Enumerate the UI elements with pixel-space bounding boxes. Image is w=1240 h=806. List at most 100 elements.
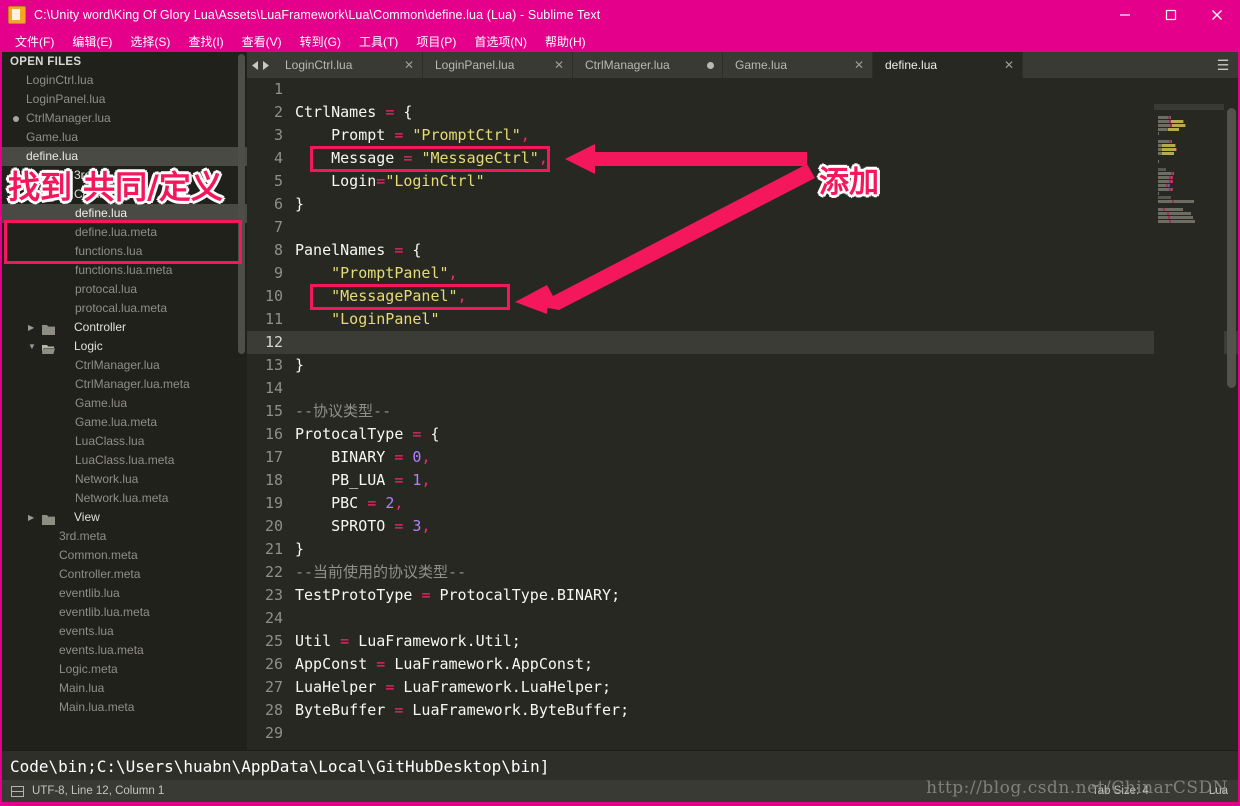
tree-file-item[interactable]: protocal.lua.meta: [2, 299, 247, 318]
console-panel[interactable]: Code\bin;C:\Users\huabn\AppData\Local\Gi…: [2, 750, 1238, 781]
code-line[interactable]: }: [295, 193, 1238, 216]
tab-close-icon[interactable]: ✕: [854, 58, 864, 72]
code-text[interactable]: CtrlNames = { Prompt = "PromptCtrl", Mes…: [295, 78, 1238, 750]
tree-file-item[interactable]: Main.lua.meta: [2, 698, 247, 717]
editor-tab-LoginPanel-lua[interactable]: LoginPanel.lua ✕: [423, 52, 573, 78]
code-line[interactable]: PBC = 2,: [295, 492, 1238, 515]
sidebar-scrollbar[interactable]: [238, 54, 245, 354]
chevron-right-icon[interactable]: ▶: [28, 166, 34, 185]
tree-file-item[interactable]: LuaClass.lua: [2, 432, 247, 451]
folder-tree[interactable]: ▶ 3rd ▼ Common define.lua define.lua.meta func…: [2, 166, 247, 717]
chevron-right-icon[interactable]: ▶: [28, 318, 34, 337]
tree-file-item[interactable]: Network.lua: [2, 470, 247, 489]
editor-tab-Game-lua[interactable]: Game.lua ✕: [723, 52, 873, 78]
code-line[interactable]: Prompt = "PromptCtrl",: [295, 124, 1238, 147]
tree-folder-controller[interactable]: ▶ Controller: [2, 318, 247, 337]
tree-file-item[interactable]: Main.lua: [2, 679, 247, 698]
menu-item-4[interactable]: 查看(V): [233, 31, 291, 52]
code-line[interactable]: [295, 78, 1238, 101]
sidebar[interactable]: OPEN FILES LoginCtrl.lua LoginPanel.lua Ct…: [2, 52, 247, 750]
code-line[interactable]: --当前使用的协议类型--: [295, 561, 1238, 584]
tree-file-item[interactable]: eventlib.lua: [2, 584, 247, 603]
menu-item-2[interactable]: 选择(S): [121, 31, 179, 52]
tree-folder-3rd[interactable]: ▶ 3rd: [2, 166, 247, 185]
open-file-item[interactable]: LoginPanel.lua: [2, 90, 247, 109]
menu-item-8[interactable]: 首选项(N): [465, 31, 536, 52]
code-line[interactable]: ByteBuffer = LuaFramework.ByteBuffer;: [295, 699, 1238, 722]
code-line[interactable]: [295, 722, 1238, 745]
tab-unsaved-dot-icon[interactable]: [707, 61, 714, 69]
tab-nav-arrows[interactable]: [247, 52, 273, 78]
code-line[interactable]: "LoginPanel": [295, 308, 1238, 331]
code-line[interactable]: [295, 216, 1238, 239]
tree-file-item[interactable]: events.lua: [2, 622, 247, 641]
open-file-item[interactable]: Game.lua: [2, 128, 247, 147]
tree-file-item[interactable]: functions.lua.meta: [2, 261, 247, 280]
code-line[interactable]: BINARY = 0,: [295, 446, 1238, 469]
code-line[interactable]: Util = LuaFramework.Util;: [295, 630, 1238, 653]
tree-file-item[interactable]: eventlib.lua.meta: [2, 603, 247, 622]
tree-file-item[interactable]: protocal.lua: [2, 280, 247, 299]
code-line[interactable]: [295, 607, 1238, 630]
tree-file-item[interactable]: functions.lua: [2, 242, 247, 261]
tree-file-item[interactable]: Logic.meta: [2, 660, 247, 679]
tree-folder-common[interactable]: ▼ Common: [2, 185, 247, 204]
code-line[interactable]: SPROTO = 3,: [295, 515, 1238, 538]
open-file-item[interactable]: LoginCtrl.lua: [2, 71, 247, 90]
code-line[interactable]: AppConst = LuaFramework.AppConst;: [295, 653, 1238, 676]
tree-file-item[interactable]: define.lua: [2, 204, 247, 223]
tree-file-item[interactable]: Network.lua.meta: [2, 489, 247, 508]
minimize-icon[interactable]: [1102, 0, 1148, 30]
code-line[interactable]: --协议类型--: [295, 400, 1238, 423]
menu-item-5[interactable]: 转到(G): [291, 31, 350, 52]
open-files-list[interactable]: LoginCtrl.lua LoginPanel.lua CtrlManager.l…: [2, 71, 247, 166]
code-line[interactable]: TestProtoType = ProtocalType.BINARY;: [295, 584, 1238, 607]
code-line[interactable]: "PromptPanel",: [295, 262, 1238, 285]
chevron-right-icon[interactable]: ▶: [28, 508, 34, 527]
editor-scrollbar[interactable]: [1227, 108, 1236, 388]
tree-file-item[interactable]: CtrlManager.lua: [2, 356, 247, 375]
tab-close-icon[interactable]: ✕: [554, 58, 564, 72]
tree-file-item[interactable]: define.lua.meta: [2, 223, 247, 242]
editor-tab-define-lua[interactable]: define.lua ✕: [873, 52, 1023, 78]
menu-item-6[interactable]: 工具(T): [350, 31, 407, 52]
tree-folder-logic[interactable]: ▼ Logic: [2, 337, 247, 356]
chevron-down-icon[interactable]: ▼: [28, 337, 36, 356]
code-line[interactable]: PanelNames = {: [295, 239, 1238, 262]
tree-file-item[interactable]: events.lua.meta: [2, 641, 247, 660]
tab-close-icon[interactable]: ✕: [404, 58, 414, 72]
open-file-item[interactable]: CtrlManager.lua: [2, 109, 247, 128]
code-line[interactable]: }: [295, 354, 1238, 377]
tree-file-item[interactable]: Game.lua.meta: [2, 413, 247, 432]
tree-file-item[interactable]: Controller.meta: [2, 565, 247, 584]
menu-item-1[interactable]: 编辑(E): [63, 31, 121, 52]
code-line[interactable]: Login="LoginCtrl": [295, 170, 1238, 193]
maximize-icon[interactable]: [1148, 0, 1194, 30]
code-line[interactable]: CtrlNames = {: [295, 101, 1238, 124]
tab-overflow-menu-icon[interactable]: ☰: [1208, 52, 1238, 78]
chevron-down-icon[interactable]: ▼: [28, 185, 36, 204]
code-line[interactable]: }: [295, 538, 1238, 561]
code-line[interactable]: "MessagePanel",: [295, 285, 1238, 308]
tree-file-item[interactable]: Common.meta: [2, 546, 247, 565]
tree-file-item[interactable]: Game.lua: [2, 394, 247, 413]
menu-item-9[interactable]: 帮助(H): [536, 31, 595, 52]
code-line[interactable]: Message = "MessageCtrl",: [295, 147, 1238, 170]
code-line[interactable]: [295, 331, 1238, 354]
open-file-item[interactable]: define.lua: [2, 147, 247, 166]
tree-file-item[interactable]: LuaClass.lua.meta: [2, 451, 247, 470]
code-pane[interactable]: 1 2 3 4 5 6 7 8 9 10 11 12 13 14 15 16 17 18 19 20 21 22 23 24 2…: [247, 78, 1238, 750]
tree-file-item[interactable]: CtrlManager.lua.meta: [2, 375, 247, 394]
tree-folder-view[interactable]: ▶ View: [2, 508, 247, 527]
close-icon[interactable]: [1194, 0, 1240, 30]
code-line[interactable]: PB_LUA = 1,: [295, 469, 1238, 492]
menu-item-7[interactable]: 项目(P): [407, 31, 465, 52]
editor-tab-LoginCtrl-lua[interactable]: LoginCtrl.lua ✕: [273, 52, 423, 78]
menu-item-0[interactable]: 文件(F): [6, 31, 63, 52]
minimap[interactable]: [1154, 104, 1224, 750]
code-line[interactable]: LuaHelper = LuaFramework.LuaHelper;: [295, 676, 1238, 699]
code-line[interactable]: [295, 377, 1238, 400]
menu-item-3[interactable]: 查找(I): [179, 31, 232, 52]
tab-close-icon[interactable]: ✕: [1004, 58, 1014, 72]
tree-file-item[interactable]: 3rd.meta: [2, 527, 247, 546]
